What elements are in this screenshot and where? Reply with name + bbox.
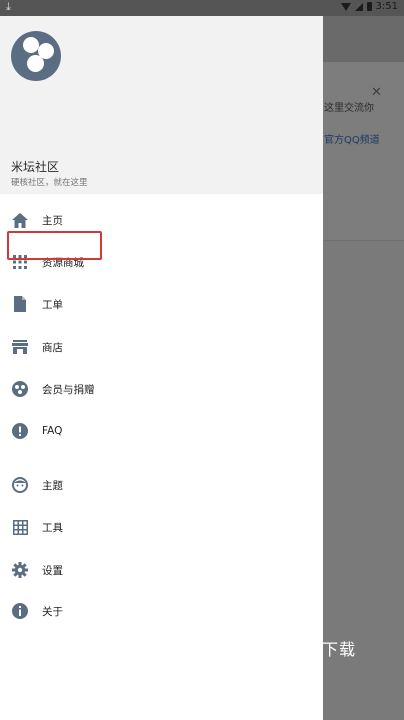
highlight-box xyxy=(7,231,102,260)
wifi-icon xyxy=(340,2,351,11)
menu-label: FAQ xyxy=(42,425,63,437)
store-icon xyxy=(11,338,29,356)
menu-label: 主题 xyxy=(42,479,63,492)
donate-icon xyxy=(11,380,29,398)
menu-label: 主页 xyxy=(42,214,63,227)
download-icon: ⤓ xyxy=(6,0,11,13)
background-overlay-text: 下载 xyxy=(322,640,357,659)
menu-label: 工具 xyxy=(42,521,63,534)
menu-item-theme[interactable]: 主题 xyxy=(0,465,323,505)
logo-icon[interactable] xyxy=(11,31,61,81)
menu-item-settings[interactable]: 设置 xyxy=(0,550,323,590)
document-icon xyxy=(11,295,29,313)
signal-icon xyxy=(354,2,363,11)
close-icon: ✕ xyxy=(371,85,382,100)
menu-item-ticket[interactable]: 工单 xyxy=(0,284,323,324)
background-card-link: 官方QQ频道 xyxy=(324,135,380,146)
menu-item-membership-donate[interactable]: 会员与捐赠 xyxy=(0,369,323,409)
menu-item-shop[interactable]: 商店 xyxy=(0,327,323,367)
menu-item-faq[interactable]: FAQ xyxy=(0,411,323,451)
status-bar: ⤓ 3:51 xyxy=(0,0,404,16)
menu-label: 商店 xyxy=(42,341,63,354)
drawer-header: 米坛社区 硬核社区，就在这里 xyxy=(0,16,323,194)
info-exclamation-icon xyxy=(11,422,29,440)
table-grid-icon xyxy=(11,518,29,536)
face-icon xyxy=(11,476,29,494)
menu-label: 会员与捐赠 xyxy=(42,383,95,396)
info-icon xyxy=(11,602,29,620)
background-card-text: 这里交流你 xyxy=(324,103,374,114)
home-icon xyxy=(11,211,29,229)
menu-item-about[interactable]: 关于 xyxy=(0,591,323,631)
community-subtitle: 硬核社区，就在这里 xyxy=(11,178,88,188)
community-title: 米坛社区 xyxy=(11,160,60,174)
status-indicators: 3:51 xyxy=(340,1,398,12)
gear-icon xyxy=(11,561,29,579)
menu-label: 关于 xyxy=(42,605,63,618)
menu-item-tools[interactable]: 工具 xyxy=(0,507,323,547)
menu-label: 设置 xyxy=(42,564,63,577)
menu-label: 工单 xyxy=(42,298,63,311)
status-time: 3:51 xyxy=(375,1,398,12)
battery-icon xyxy=(366,2,372,11)
